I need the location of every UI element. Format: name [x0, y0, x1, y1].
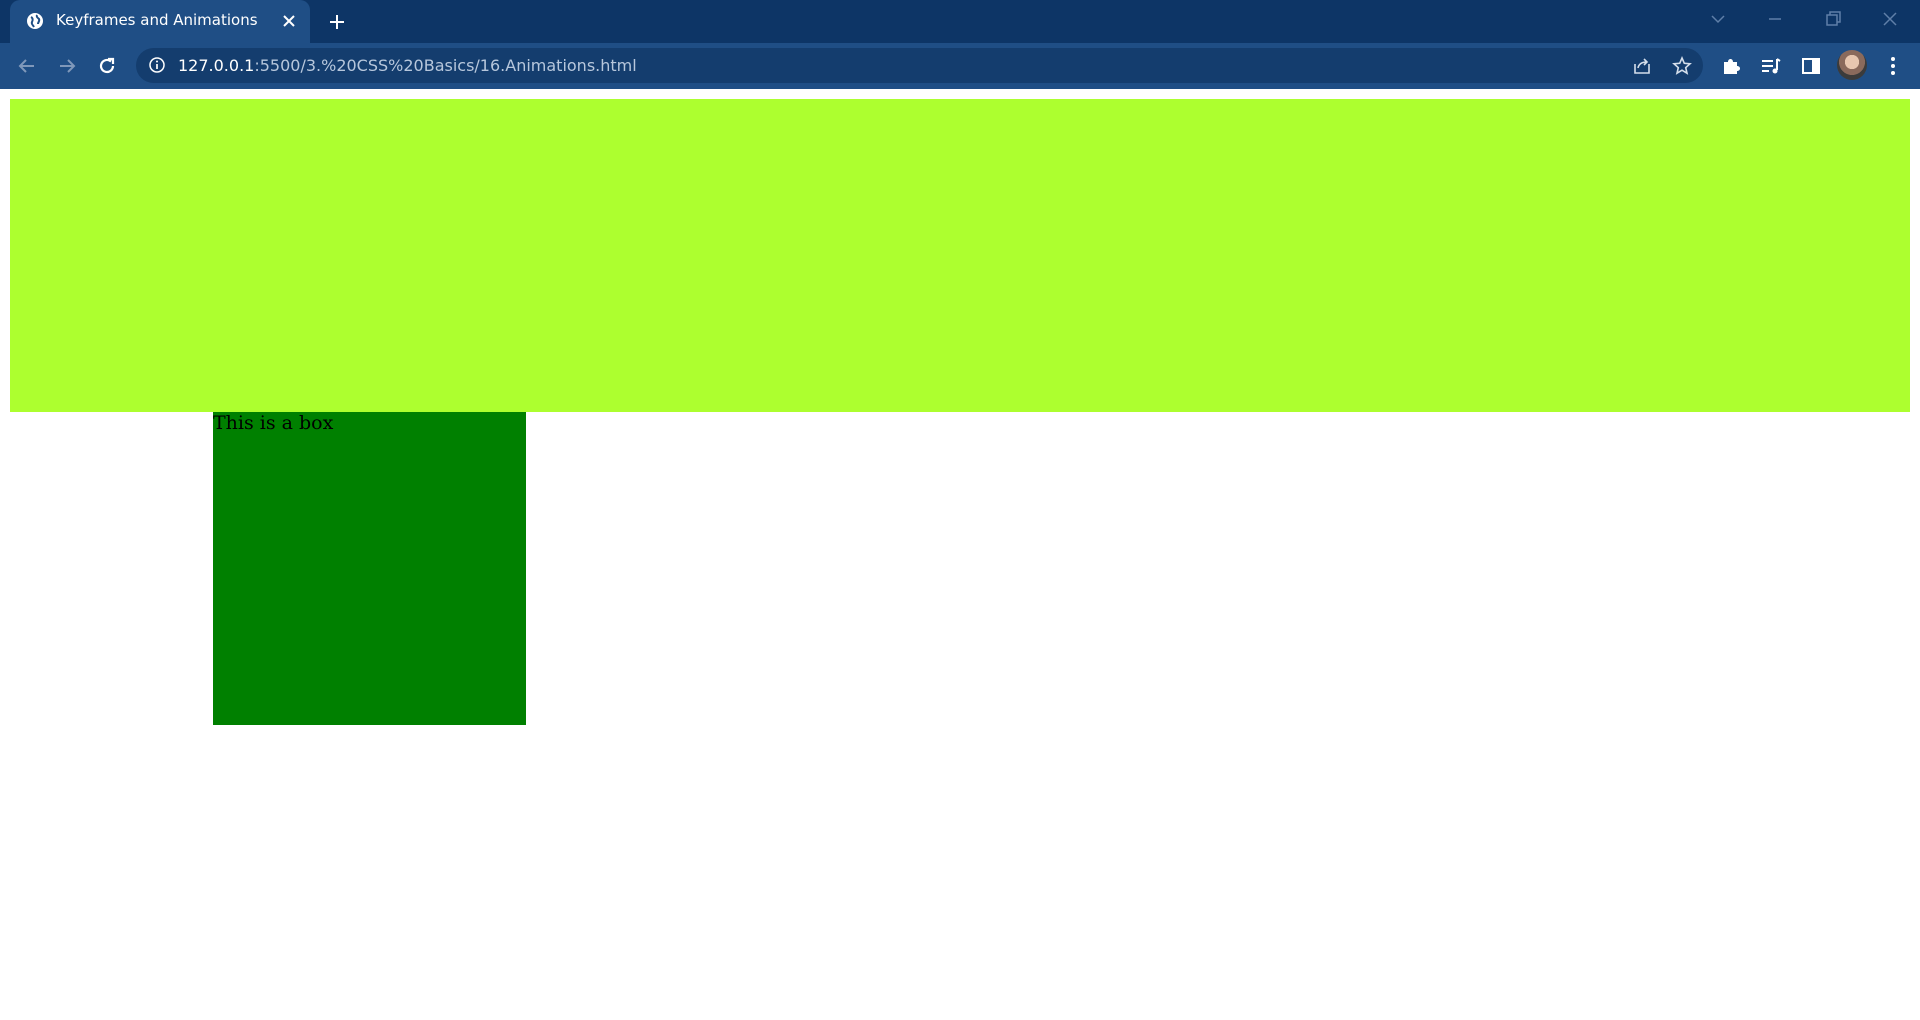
- close-icon[interactable]: [280, 12, 298, 30]
- info-icon[interactable]: [148, 56, 166, 74]
- tab-title: Keyframes and Animations: [56, 11, 258, 29]
- tab-keyframes-and-animations[interactable]: Keyframes and Animations: [10, 0, 310, 43]
- arrow-right-icon[interactable]: [54, 53, 80, 79]
- arrow-left-icon[interactable]: [14, 53, 40, 79]
- close-icon[interactable]: [1879, 8, 1901, 30]
- puzzle-icon[interactable]: [1718, 53, 1744, 79]
- plus-icon[interactable]: [326, 11, 348, 33]
- side-panel-icon[interactable]: [1798, 53, 1824, 79]
- kebab-menu-icon[interactable]: [1880, 53, 1906, 79]
- media-list-icon[interactable]: [1758, 53, 1784, 79]
- share-icon[interactable]: [1631, 55, 1653, 77]
- url-path: :5500/3.%20CSS%20Basics/16.Animations.ht…: [254, 56, 637, 75]
- page-viewport: This is a box: [0, 89, 1920, 1020]
- animated-box: This is a box: [213, 412, 526, 725]
- globe-icon: [26, 12, 44, 30]
- browser-toolbar: 127.0.0.1:5500/3.%20CSS%20Basics/16.Anim…: [0, 43, 1920, 89]
- browser-window: Keyframes and Animations 127.0.0.1:5500/…: [0, 0, 1920, 1020]
- tab-search-icon[interactable]: [1707, 8, 1729, 30]
- star-icon[interactable]: [1671, 55, 1693, 77]
- reload-icon[interactable]: [94, 53, 120, 79]
- box-text: This is a box: [213, 412, 334, 434]
- address-bar[interactable]: 127.0.0.1:5500/3.%20CSS%20Basics/16.Anim…: [136, 48, 1703, 83]
- minimize-icon[interactable]: [1764, 8, 1786, 30]
- animated-banner: [10, 99, 1910, 412]
- url-text[interactable]: 127.0.0.1:5500/3.%20CSS%20Basics/16.Anim…: [178, 56, 637, 75]
- url-host: 127.0.0.1: [178, 56, 255, 75]
- avatar[interactable]: [1837, 50, 1867, 80]
- tab-strip: Keyframes and Animations: [0, 0, 1920, 43]
- restore-icon[interactable]: [1822, 8, 1844, 30]
